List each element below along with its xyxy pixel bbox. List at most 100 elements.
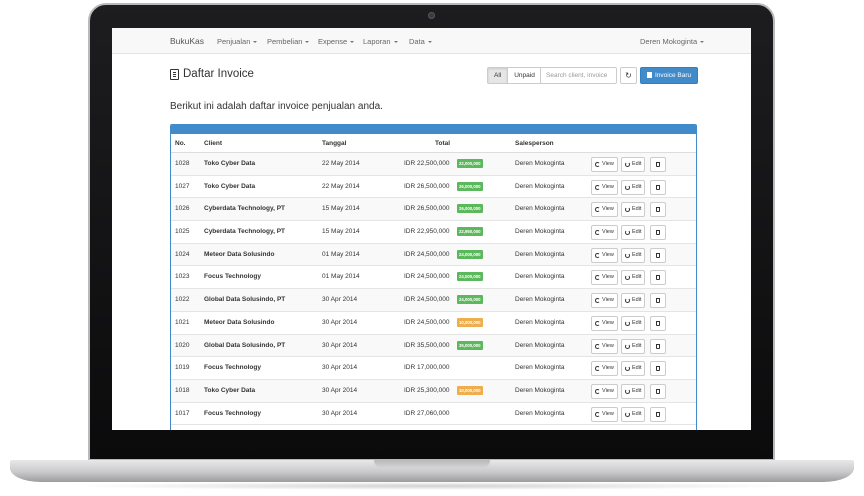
view-button[interactable]: View [591, 361, 618, 377]
edit-button[interactable]: Edit [621, 225, 646, 241]
rotate-icon [595, 411, 600, 417]
cell-total: IDR 24,500,000 [404, 296, 450, 304]
edit-button[interactable]: Edit [621, 293, 646, 309]
view-button[interactable]: View [591, 225, 618, 241]
cell-total: IDR 22,500,000 [404, 160, 450, 167]
column-header-total: Total [435, 140, 451, 147]
delete-button[interactable] [650, 157, 666, 172]
cell-total: IDR 24,500,000 [404, 250, 450, 258]
view-label: View [602, 183, 614, 190]
cell-total: IDR 35,500,000 [404, 341, 450, 349]
nav-item-data[interactable]: Data [409, 37, 432, 46]
delete-button[interactable] [650, 338, 666, 354]
table-row[interactable]: 1023 Focus Technology 01 May 2014 IDR 24,50… [171, 266, 696, 290]
delete-button[interactable] [650, 179, 666, 195]
table-row[interactable]: 1021 Meteor Data Solusindo 30 Apr 2014 IDR … [171, 312, 696, 335]
navbar: BukuKas Penjualan Pembelian Expense Lapo… [112, 28, 751, 54]
delete-button[interactable] [650, 247, 666, 263]
cell-client: Cyberdata Technology, PT [204, 205, 286, 213]
edit-button[interactable]: Edit [621, 315, 646, 331]
delete-button[interactable] [650, 270, 666, 286]
paid-amount-badge: 26,000,000 [457, 181, 483, 191]
view-button[interactable]: View [591, 179, 618, 195]
edit-button[interactable]: Edit [621, 247, 646, 263]
view-button[interactable]: View [591, 202, 618, 218]
delete-button[interactable] [650, 361, 666, 377]
cell-no: 1017 [175, 409, 190, 417]
edit-button[interactable]: Edit [621, 383, 646, 399]
edit-button[interactable]: Edit [621, 406, 646, 422]
table-row[interactable]: 1017 Focus Technology 30 Apr 2014 IDR 27,06… [171, 403, 696, 426]
view-label: View [602, 365, 614, 372]
cell-client: Toko Cyber Data [204, 386, 256, 394]
delete-button[interactable] [650, 406, 666, 422]
filter-all-button[interactable]: All [487, 67, 509, 84]
view-button[interactable]: View [591, 315, 618, 331]
cell-client: Toko Cyber Data [204, 182, 256, 190]
table-row[interactable]: 1028 Toko Cyber Data 22 May 2014 IDR 22,500… [171, 153, 696, 176]
cell-salesperson: Deren Mokoginta [515, 341, 565, 349]
edit-button[interactable]: Edit [621, 157, 646, 172]
delete-button[interactable] [650, 293, 666, 309]
paid-amount-badge: 24,000,000 [457, 295, 483, 305]
nav-item-expense[interactable]: Expense [318, 37, 355, 46]
trash-icon [656, 252, 660, 258]
edit-button[interactable]: Edit [621, 361, 646, 377]
cell-salesperson: Deren Mokoginta [515, 182, 565, 190]
nav-item-pembelian[interactable]: Pembelian [267, 37, 310, 46]
paid-amount-badge: 24,000,000 [457, 249, 483, 259]
view-button[interactable]: View [591, 270, 618, 286]
refresh-button[interactable]: ↻ [620, 67, 637, 84]
laptop-shadow [60, 482, 804, 490]
filter-unpaid-button[interactable]: Unpaid [507, 67, 542, 84]
delete-button[interactable] [650, 383, 666, 399]
new-invoice-button[interactable]: Invoice Baru [640, 67, 699, 84]
nav-item-laporan[interactable]: Laporan [363, 37, 398, 46]
edit-button[interactable]: Edit [621, 270, 646, 286]
view-button[interactable]: View [591, 338, 618, 354]
brand-logo[interactable]: BukuKas [170, 36, 204, 46]
rotate-icon [595, 184, 600, 190]
table-row[interactable]: 1019 Focus Technology 30 Apr 2014 IDR 17,00… [171, 357, 696, 380]
edit-icon [625, 388, 630, 394]
edit-label: Edit [632, 183, 642, 190]
caret-down-icon [305, 41, 310, 44]
delete-button[interactable] [650, 202, 666, 218]
cell-total: IDR 26,500,000 [404, 182, 450, 190]
nav-item-penjualan[interactable]: Penjualan [217, 37, 258, 46]
user-menu[interactable]: Deren Mokoginta [640, 37, 705, 46]
edit-button[interactable]: Edit [621, 202, 646, 218]
table-row[interactable]: 1026 Cyberdata Technology, PT 15 May 2014 I… [171, 198, 696, 222]
edit-label: Edit [632, 206, 642, 213]
view-button[interactable]: View [591, 247, 618, 263]
view-button[interactable]: View [591, 293, 618, 309]
table-row[interactable]: 1020 Global Data Solusindo, PT 30 Apr 2014… [171, 334, 696, 358]
table-row[interactable]: 1024 Meteor Data Solusindo 01 May 2014 IDR … [171, 243, 696, 267]
table-row[interactable]: 1025 Cyberdata Technology, PT 15 May 2014 I… [171, 221, 696, 244]
table-row[interactable]: 1027 Toko Cyber Data 22 May 2014 IDR 26,500… [171, 176, 696, 199]
edit-icon [625, 207, 630, 213]
delete-button[interactable] [650, 315, 666, 331]
view-button[interactable]: View [591, 157, 618, 172]
search-input[interactable] [540, 67, 617, 84]
view-button[interactable]: View [591, 406, 618, 422]
table-row[interactable]: 1018 Toko Cyber Data 30 Apr 2014 IDR 25,300… [171, 379, 696, 403]
edit-button[interactable]: Edit [621, 179, 646, 195]
cell-client: Global Data Solusindo, PT [204, 341, 286, 349]
cell-client: Focus Technology [204, 409, 261, 417]
edit-icon [625, 275, 630, 281]
cell-client: Global Data Solusindo, PT [204, 296, 286, 304]
cell-client: Toko Cyber Data [204, 160, 256, 167]
cell-date: 01 May 2014 [322, 250, 360, 258]
panel-heading [171, 125, 696, 134]
column-header-tanggal: Tanggal [322, 140, 347, 147]
caret-down-icon [700, 41, 705, 44]
cell-date: 30 Apr 2014 [322, 296, 358, 304]
edit-button[interactable]: Edit [621, 338, 646, 354]
view-button[interactable]: View [591, 383, 618, 399]
cell-salesperson: Deren Mokoginta [515, 296, 565, 304]
trash-icon [656, 230, 660, 236]
table-row[interactable]: 1022 Global Data Solusindo, PT 30 Apr 2014… [171, 289, 696, 312]
delete-button[interactable] [650, 225, 666, 241]
caret-down-icon [393, 41, 398, 44]
